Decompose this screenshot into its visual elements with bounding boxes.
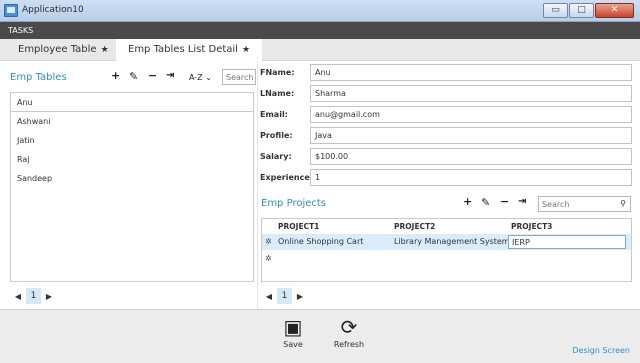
- tab-label: Employee Table: [18, 44, 97, 55]
- list-item[interactable]: Raj: [11, 150, 253, 169]
- table-cell[interactable]: Online Shopping Cart: [278, 237, 363, 246]
- table-row[interactable]: ✲ Online Shopping Cart Library Managemen…: [262, 234, 631, 250]
- grid-header: PROJECT1 PROJECT2 PROJECT3: [262, 221, 631, 233]
- page-number[interactable]: 1: [26, 288, 41, 304]
- minus-icon[interactable]: −: [148, 69, 157, 82]
- list-item[interactable]: Sandeep: [11, 169, 253, 188]
- minus-icon[interactable]: −: [500, 195, 509, 208]
- profile-row: Profile: Java: [260, 127, 632, 144]
- projects-search-input[interactable]: Search ⚲: [538, 196, 631, 212]
- window-titlebar: Application10 ▭ □ ✕: [0, 0, 640, 22]
- list-item[interactable]: Jatin: [11, 131, 253, 150]
- window-controls: ▭ □ ✕: [542, 3, 634, 18]
- email-row: Email: anu@gmail.com: [260, 106, 632, 123]
- panel-divider: [257, 61, 258, 309]
- star-icon: ★: [241, 45, 251, 55]
- prev-page-icon[interactable]: ◀: [263, 292, 275, 301]
- emp-tables-title: Emp Tables: [10, 72, 67, 83]
- table-cell[interactable]: Library Management System: [394, 237, 510, 246]
- page-number[interactable]: 1: [277, 288, 292, 304]
- pencil-icon[interactable]: ✎: [129, 70, 138, 83]
- row-edit-icon: ✲: [265, 237, 272, 246]
- add-icon[interactable]: +: [111, 69, 120, 82]
- column-header[interactable]: PROJECT1: [278, 222, 319, 231]
- refresh-button[interactable]: ⟳ Refresh: [332, 316, 366, 349]
- tasks-bar[interactable]: TASKS: [0, 22, 640, 39]
- lname-row: LName: Sharma: [260, 85, 632, 102]
- profile-field[interactable]: Java: [310, 127, 632, 144]
- star-icon: ★: [100, 45, 109, 55]
- maximize-button[interactable]: □: [569, 3, 594, 18]
- sort-dropdown[interactable]: A-Z ⌄: [189, 73, 212, 82]
- export-icon[interactable]: ⇥: [518, 196, 526, 207]
- field-label: FName:: [260, 68, 295, 77]
- search-input[interactable]: Search: [222, 69, 256, 85]
- email-field[interactable]: anu@gmail.com: [310, 106, 632, 123]
- tab-strip: Employee Table ★ Emp Tables List Detail ★: [0, 39, 640, 61]
- fname-row: FName: Anu: [260, 64, 632, 81]
- detail-panel: FName: Anu LName: Sharma Email: anu@gmai…: [260, 63, 632, 307]
- close-button[interactable]: ✕: [595, 3, 634, 18]
- next-page-icon[interactable]: ▶: [294, 292, 306, 301]
- salary-field[interactable]: $100.00: [310, 148, 632, 165]
- command-bar: ▣ Save ⟳ Refresh Design Screen: [0, 309, 640, 363]
- save-label: Save: [283, 340, 303, 349]
- pencil-icon[interactable]: ✎: [481, 196, 490, 209]
- fname-field[interactable]: Anu: [310, 64, 632, 81]
- left-pager: ◀ 1 ▶: [12, 288, 55, 304]
- window-title: Application10: [22, 5, 84, 15]
- list-item[interactable]: Ashwani: [11, 112, 253, 131]
- save-button[interactable]: ▣ Save: [280, 316, 306, 349]
- tab-emp-tables-list-detail[interactable]: Emp Tables List Detail ★: [116, 39, 263, 61]
- experience-row: Experience: 1: [260, 169, 632, 186]
- chevron-down-icon: ⌄: [205, 73, 212, 82]
- search-icon[interactable]: ⚲: [620, 199, 626, 208]
- field-label: Experience:: [260, 173, 313, 182]
- refresh-label: Refresh: [333, 340, 365, 349]
- refresh-icon: ⟳: [340, 315, 358, 339]
- emp-list: Anu Ashwani Jatin Raj Sandeep: [10, 92, 254, 282]
- experience-field[interactable]: 1: [310, 169, 632, 186]
- sort-label: A-Z: [189, 73, 203, 82]
- projects-pager: ◀ 1 ▶: [263, 288, 306, 304]
- search-placeholder: Search: [542, 200, 570, 209]
- column-header[interactable]: PROJECT3: [511, 222, 552, 231]
- new-row[interactable]: ✲: [262, 251, 631, 265]
- lname-field[interactable]: Sharma: [310, 85, 632, 102]
- add-icon[interactable]: +: [463, 195, 472, 208]
- new-row-icon: ✲: [265, 254, 272, 263]
- field-label: Email:: [260, 110, 288, 119]
- minimize-button[interactable]: ▭: [543, 3, 568, 18]
- column-header[interactable]: PROJECT2: [394, 222, 435, 231]
- field-label: LName:: [260, 89, 295, 98]
- projects-grid: PROJECT1 PROJECT2 PROJECT3 ✲ Online Shop…: [261, 218, 632, 282]
- emp-projects-title: Emp Projects: [261, 198, 327, 209]
- next-page-icon[interactable]: ▶: [43, 292, 55, 301]
- design-screen-link[interactable]: Design Screen: [572, 346, 630, 355]
- salary-row: Salary: $100.00: [260, 148, 632, 165]
- prev-page-icon[interactable]: ◀: [12, 292, 24, 301]
- field-label: Profile:: [260, 131, 293, 140]
- export-icon[interactable]: ⇥: [166, 70, 174, 81]
- save-icon: ▣: [283, 315, 303, 339]
- app-icon: [4, 4, 18, 17]
- tab-employee-table[interactable]: Employee Table ★: [6, 39, 121, 61]
- field-label: Salary:: [260, 152, 292, 161]
- tab-label: Emp Tables List Detail: [128, 44, 238, 55]
- list-item[interactable]: Anu: [11, 93, 253, 112]
- table-cell-editor[interactable]: IERP: [508, 235, 626, 249]
- emp-tables-panel: Emp Tables + ✎ − ⇥ A-Z ⌄ Search Anu Ashw…: [8, 67, 256, 307]
